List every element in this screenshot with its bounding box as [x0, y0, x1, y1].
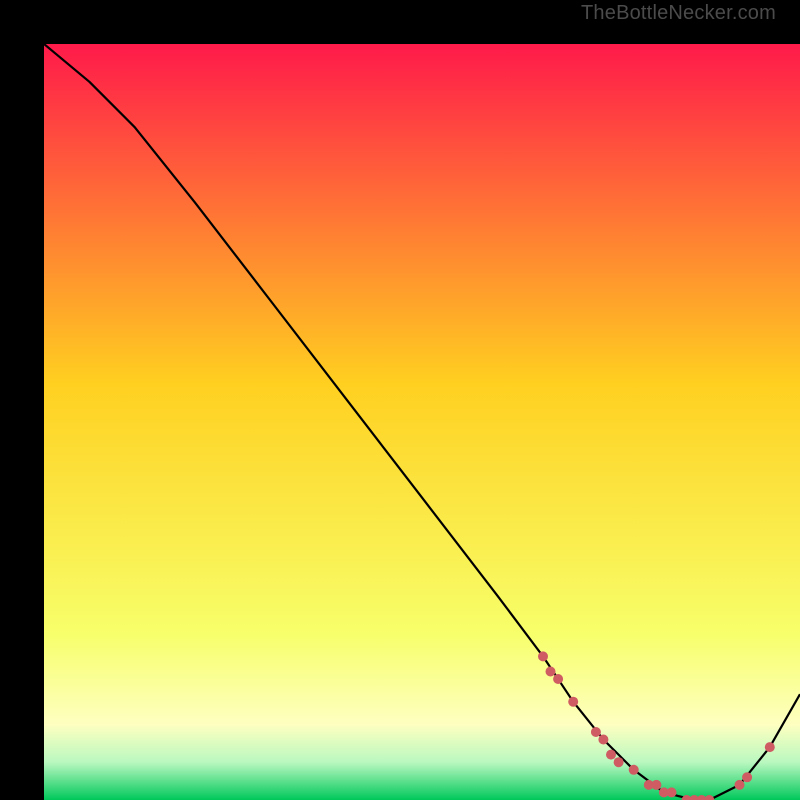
marker-dot — [742, 772, 752, 782]
gradient-background — [44, 44, 800, 800]
marker-dot — [735, 780, 745, 790]
marker-dot — [629, 765, 639, 775]
bottleneck-chart — [44, 44, 800, 800]
marker-dot — [667, 787, 677, 797]
marker-dot — [591, 727, 601, 737]
marker-dot — [765, 742, 775, 752]
marker-dot — [546, 667, 556, 677]
marker-dot — [538, 651, 548, 661]
watermark-text: TheBottleNecker.com — [581, 2, 776, 25]
marker-dot — [553, 674, 563, 684]
marker-dot — [651, 780, 661, 790]
marker-dot — [614, 757, 624, 767]
marker-dot — [606, 750, 616, 760]
chart-frame — [22, 22, 778, 778]
marker-dot — [598, 735, 608, 745]
marker-dot — [568, 697, 578, 707]
